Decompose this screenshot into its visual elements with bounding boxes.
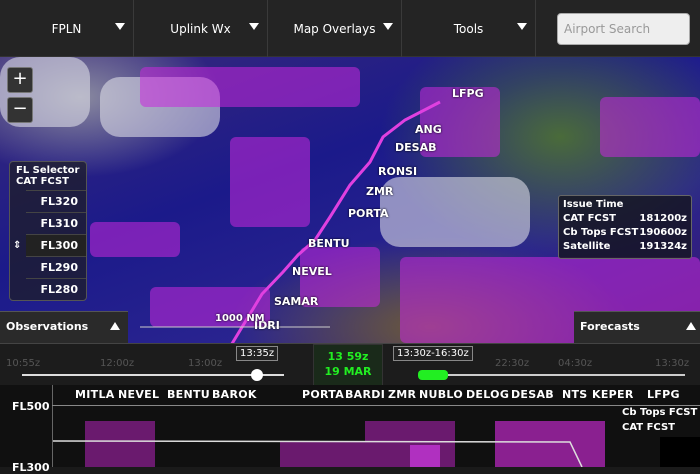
current-time: 13 59z 19 MAR	[313, 344, 383, 386]
waypoint-label: DESAB	[395, 141, 437, 154]
current-date: 19 MAR	[324, 365, 372, 378]
issue-value: 191324z	[639, 241, 687, 252]
issue-row: Cb Tops FCST 190600z	[563, 226, 687, 240]
fl-option-selected[interactable]: ⇕ FL300	[13, 234, 86, 256]
profile-waypoint: NUBLO	[419, 388, 463, 401]
menu-uplink-wx[interactable]: Uplink Wx	[134, 0, 268, 57]
tab-label: Forecasts	[580, 320, 640, 333]
profile-waypoint: PORTA	[302, 388, 345, 401]
menu-label: Map Overlays	[293, 21, 376, 36]
waypoint-label: PORTA	[348, 207, 389, 220]
fcst-time-label: 13:30z-16:30z	[393, 346, 473, 361]
time-tick: 13:00z	[188, 358, 223, 369]
fl-option[interactable]: FL280	[26, 278, 86, 300]
profile-waypoint: BARDI	[345, 388, 386, 401]
issue-row: Satellite 191324z	[563, 240, 687, 254]
issue-time-title: Issue Time	[563, 199, 624, 210]
profile-waypoint: ZMR	[388, 388, 417, 401]
menu-tools[interactable]: Tools	[402, 0, 536, 57]
fl-option-label: FL300	[40, 239, 79, 252]
issue-value: 181200z	[639, 213, 687, 224]
profile-waypoint: BENTU	[167, 388, 211, 401]
chevron-down-icon	[517, 23, 527, 30]
profile-waypoint: DESAB	[511, 388, 554, 401]
time-tick: 22:30z	[495, 358, 530, 369]
issue-label: Satellite	[563, 241, 611, 252]
profile-waypoint: MITLA	[75, 388, 115, 401]
fl-option[interactable]: FL320	[26, 190, 86, 212]
menu-label: Uplink Wx	[170, 21, 231, 36]
issue-label: Cb Tops FCST	[563, 227, 639, 238]
issue-value: 190600z	[639, 227, 687, 238]
fl-selector-heading: FL Selector	[16, 165, 80, 176]
profile-waypoint: NTS	[562, 388, 588, 401]
obs-slider-handle[interactable]	[251, 369, 263, 381]
fl-selector-title: FL Selector CAT FCST	[10, 162, 86, 190]
vertical-profile: FL500 FL300 MITLA NEVEL BENTU BAROK PORT…	[0, 385, 700, 474]
waypoint-label: NEVEL	[292, 265, 332, 278]
fcst-slider-track[interactable]	[420, 374, 685, 376]
time-tick: 13:30z	[655, 358, 690, 369]
waypoint-label: ANG	[415, 123, 442, 136]
menu-label: Tools	[453, 21, 484, 36]
legend-box	[660, 437, 700, 467]
fl-option[interactable]: FL310	[26, 212, 86, 234]
fl-option[interactable]: FL290	[26, 256, 86, 278]
current-time-value: 13 59z	[327, 350, 369, 363]
profile-waypoint: KEPER	[592, 388, 634, 401]
top-menu-bar: FPLN Uplink Wx Map Overlays Tools Airpor…	[0, 0, 700, 57]
waypoint-label: LFPG	[452, 87, 484, 100]
chevron-down-icon	[249, 23, 259, 30]
menu-map-overlays[interactable]: Map Overlays	[268, 0, 402, 57]
fl-selector-subtitle: CAT FCST	[16, 176, 69, 187]
menu-label: FPLN	[51, 21, 82, 36]
obs-time-label: 13:35z	[236, 346, 279, 361]
issue-label: CAT FCST	[563, 213, 616, 224]
time-tick: 04:30z	[558, 358, 593, 369]
waypoint-label: SAMAR	[274, 295, 319, 308]
zoom-in-button[interactable]: +	[7, 67, 33, 93]
chevron-down-icon	[383, 23, 393, 30]
profile-waypoint: LFPG	[647, 388, 680, 401]
menu-fpln[interactable]: FPLN	[0, 0, 134, 57]
time-tick: 10:55z	[6, 358, 41, 369]
chevron-up-icon	[110, 322, 120, 330]
tab-label: Observations	[6, 320, 89, 333]
profile-waypoint: NEVEL	[118, 388, 160, 401]
fl-selector[interactable]: FL Selector CAT FCST FL320 FL310 ⇕ FL300 F…	[9, 161, 87, 301]
waypoint-label: RONSI	[378, 165, 418, 178]
chevron-down-icon	[115, 23, 125, 30]
waypoint-label: ZMR	[366, 185, 394, 198]
chevron-up-icon	[686, 322, 696, 330]
obs-slider-track[interactable]	[22, 374, 284, 376]
issue-row: CAT FCST 181200z	[563, 212, 687, 226]
issue-time-panel: Issue Time CAT FCST 181200z Cb Tops FCST 1…	[558, 195, 692, 259]
zoom-out-button[interactable]: −	[7, 97, 33, 123]
scale-label: 1000 NM	[215, 313, 265, 324]
time-tick: 12:00z	[100, 358, 135, 369]
waypoint-label: BENTU	[308, 237, 350, 250]
observations-tab[interactable]: Observations	[0, 311, 128, 343]
profile-waypoint: BAROK	[212, 388, 257, 401]
legend-cb-tops: Cb Tops FCST	[622, 407, 698, 418]
profile-waypoint: DELOG	[466, 388, 510, 401]
weather-map[interactable]: LFPG ANG DESAB RONSI ZMR PORTA BENTU NEV…	[0, 57, 700, 343]
legend-cat-fcst: CAT FCST	[622, 422, 675, 433]
fcst-slider-handle[interactable]	[418, 370, 448, 380]
airport-search-input[interactable]: Airport Search	[557, 13, 690, 45]
up-down-icon: ⇕	[13, 240, 22, 251]
timeline: 10:55z 12:00z 13:00z 13:35z 13 59z 19 MAR…	[0, 343, 700, 386]
forecasts-tab[interactable]: Forecasts	[574, 311, 700, 343]
